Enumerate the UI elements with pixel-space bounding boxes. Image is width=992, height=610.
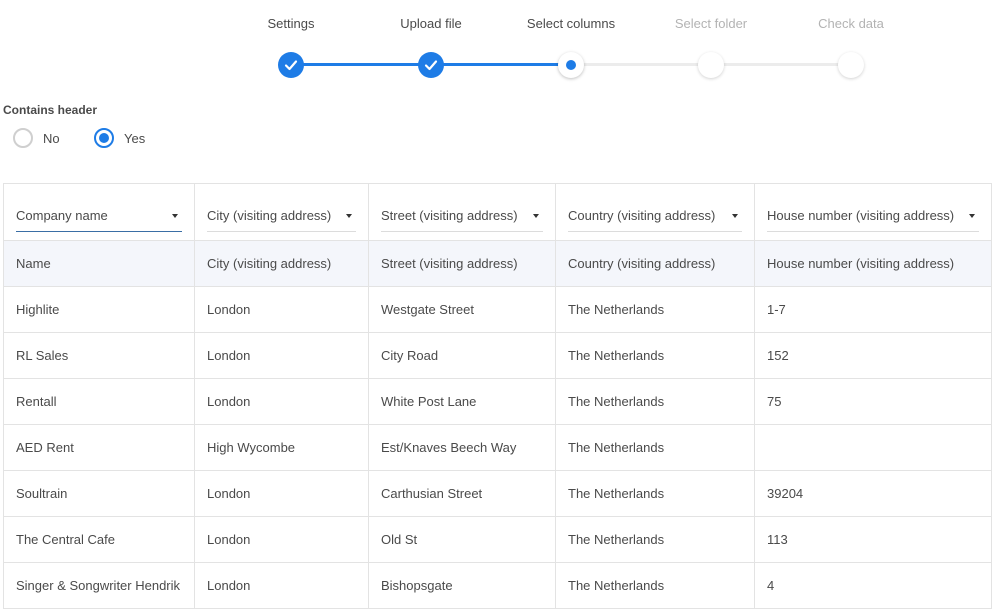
step-label-select-folder: Select folder (674, 16, 748, 31)
table-row: Rentall London White Post Lane The Nethe… (3, 378, 992, 425)
table-cell: 75 (754, 378, 992, 425)
step-check-data-circle (838, 52, 864, 78)
step-label-upload-file: Upload file (400, 16, 462, 31)
header-cell: Name (3, 240, 195, 287)
step-label-select-columns: Select columns (526, 16, 616, 31)
column-select-cell: City (visiting address) (194, 183, 369, 241)
table-cell: Singer & Songwriter Hendrik (3, 562, 195, 609)
radio-yes[interactable]: Yes (94, 128, 145, 148)
table-cell: The Netherlands (555, 562, 755, 609)
table-cell: The Central Cafe (3, 516, 195, 563)
column-select-value: Country (visiting address) (568, 208, 716, 223)
column-select-value: House number (visiting address) (767, 208, 955, 223)
table-row: Soultrain London Carthusian Street The N… (3, 470, 992, 517)
header-cell: House number (visiting address) (754, 240, 992, 287)
step-label-settings: Settings (267, 16, 315, 31)
table-row: AED Rent High Wycombe Est/Knaves Beech W… (3, 424, 992, 471)
header-cell: City (visiting address) (194, 240, 369, 287)
radio-yes-label: Yes (124, 130, 146, 146)
radio-yes-circle[interactable] (94, 128, 114, 148)
header-cell: Country (visiting address) (555, 240, 755, 287)
table-cell: The Netherlands (555, 470, 755, 517)
table-cell: 39204 (754, 470, 992, 517)
table-cell: White Post Lane (368, 378, 556, 425)
current-step-dot (566, 60, 576, 70)
column-select-5[interactable]: House number (visiting address) (767, 201, 979, 232)
radio-yes-dot (99, 133, 109, 143)
table-row: The Central Cafe London Old St The Nethe… (3, 516, 992, 563)
step-select-columns-dot-icon (558, 52, 584, 78)
table-cell: London (194, 470, 369, 517)
table-cell: London (194, 286, 369, 333)
contains-header-label: Contains header (3, 103, 98, 117)
table-cell: 1-7 (754, 286, 992, 333)
table-cell: London (194, 516, 369, 563)
table-row: Singer & Songwriter Hendrik London Bisho… (3, 562, 992, 609)
table-cell: Rentall (3, 378, 195, 425)
radio-no[interactable]: No (13, 128, 60, 148)
column-mapping-table: Company name City (visiting address) Str… (3, 183, 992, 609)
table-cell: Est/Knaves Beech Way (368, 424, 556, 471)
file-header-row: Name City (visiting address) Street (vis… (3, 240, 992, 287)
table-cell (754, 424, 992, 471)
column-select-cell: Street (visiting address) (368, 183, 556, 241)
table-cell: The Netherlands (555, 424, 755, 471)
table-cell: London (194, 562, 369, 609)
table-cell: The Netherlands (555, 516, 755, 563)
table-cell: Old St (368, 516, 556, 563)
table-cell: City Road (368, 332, 556, 379)
column-select-value: Street (visiting address) (381, 208, 518, 223)
table-row: Highlite London Westgate Street The Neth… (3, 286, 992, 333)
table-cell: AED Rent (3, 424, 195, 471)
table-cell: 152 (754, 332, 992, 379)
radio-no-label: No (43, 130, 60, 146)
caret-down-icon (732, 213, 738, 218)
table-cell: The Netherlands (555, 286, 755, 333)
radio-no-circle[interactable] (13, 128, 33, 148)
column-select-cell: House number (visiting address) (754, 183, 992, 241)
step-settings-check-icon[interactable] (278, 52, 304, 78)
column-select-2[interactable]: City (visiting address) (207, 201, 356, 232)
table-cell: Westgate Street (368, 286, 556, 333)
caret-down-icon (533, 213, 539, 218)
column-select-cell: Country (visiting address) (555, 183, 755, 241)
step-label-check-data: Check data (818, 16, 884, 31)
column-select-cell: Company name (3, 183, 195, 241)
table-cell: 113 (754, 516, 992, 563)
caret-down-icon (969, 213, 975, 218)
column-select-value: City (visiting address) (207, 208, 332, 223)
table-cell: Highlite (3, 286, 195, 333)
table-cell: The Netherlands (555, 332, 755, 379)
step-upload-file-check-icon[interactable] (418, 52, 444, 78)
step-select-folder-circle (698, 52, 724, 78)
column-select-row: Company name City (visiting address) Str… (3, 183, 992, 241)
column-select-value: Company name (16, 208, 108, 223)
table-row: RL Sales London City Road The Netherland… (3, 332, 992, 379)
column-select-3[interactable]: Street (visiting address) (381, 201, 543, 232)
table-cell: 4 (754, 562, 992, 609)
table-cell: London (194, 378, 369, 425)
table-cell: Bishopsgate (368, 562, 556, 609)
table-cell: RL Sales (3, 332, 195, 379)
table-cell: London (194, 332, 369, 379)
column-select-4[interactable]: Country (visiting address) (568, 201, 742, 232)
header-cell: Street (visiting address) (368, 240, 556, 287)
caret-down-icon (172, 213, 178, 218)
table-cell: The Netherlands (555, 378, 755, 425)
table-cell: High Wycombe (194, 424, 369, 471)
column-select-1[interactable]: Company name (16, 201, 182, 232)
table-cell: Carthusian Street (368, 470, 556, 517)
progress-stepper: Settings Upload file Select columns Sele… (0, 0, 992, 90)
table-cell: Soultrain (3, 470, 195, 517)
caret-down-icon (346, 213, 352, 218)
